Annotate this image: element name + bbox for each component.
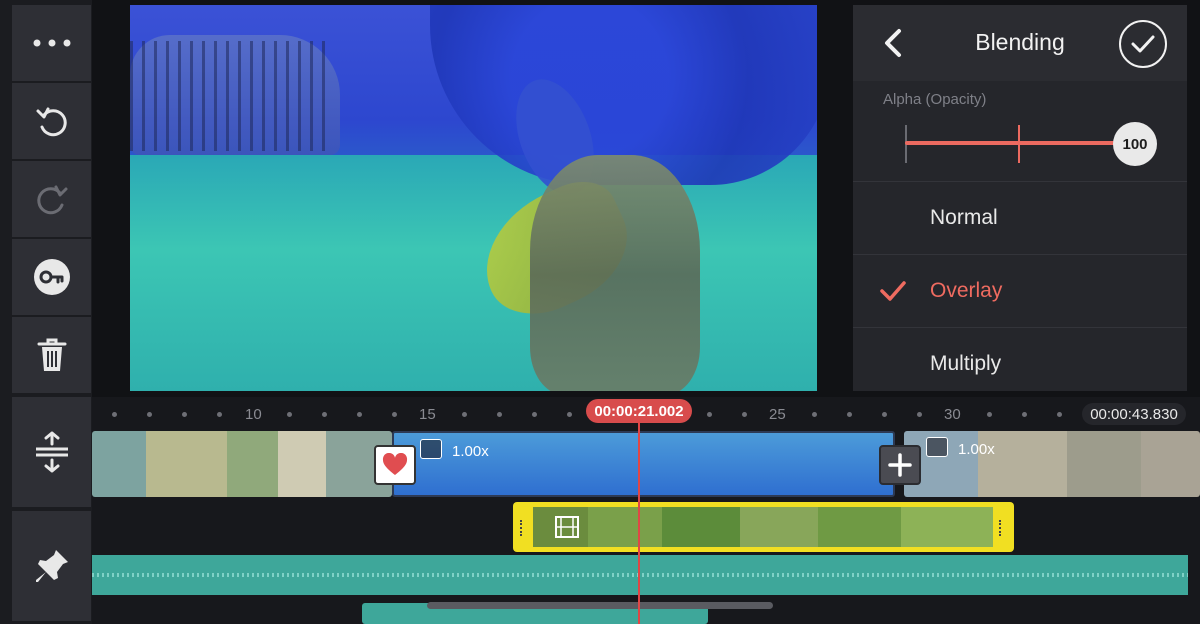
preview-grass (130, 155, 817, 391)
keyframe-button[interactable] (12, 239, 91, 315)
timeline-scrollbar[interactable] (427, 602, 773, 609)
panel-header: Blending (853, 5, 1187, 81)
blend-mode-overlay[interactable]: Overlay (853, 254, 1187, 327)
film-icon (555, 516, 579, 538)
key-icon (33, 259, 70, 295)
back-button[interactable] (879, 27, 909, 59)
ruler-dot (287, 412, 292, 417)
video-clip-elephants[interactable]: 1.00x (904, 431, 1200, 497)
expand-vertical-icon (35, 431, 68, 473)
heart-icon (382, 453, 408, 475)
ruler-dot (182, 412, 187, 417)
alpha-slider[interactable]: 100 (905, 117, 1157, 167)
undo-icon (36, 107, 67, 137)
blend-mode-label: Multiply (930, 352, 1002, 375)
ruler-dot (147, 412, 152, 417)
ruler-label: 15 (419, 406, 436, 423)
video-preview[interactable] (130, 5, 817, 391)
ruler-dot (497, 412, 502, 417)
ruler-dot (812, 412, 817, 417)
chevron-left-icon (885, 29, 901, 57)
more-button[interactable] (12, 5, 91, 81)
ruler-label: 25 (769, 406, 786, 423)
ruler-dot (1057, 412, 1062, 417)
pin-icon (35, 550, 68, 582)
ruler-dot (1022, 412, 1027, 417)
video-clip-turtle[interactable]: 1.00x (392, 431, 895, 497)
ruler-label: 10 (245, 406, 262, 423)
blend-mode-list: Normal Overlay Multiply (853, 181, 1187, 400)
playhead[interactable] (638, 421, 640, 624)
ruler-dot (322, 412, 327, 417)
ruler-dot (567, 412, 572, 417)
ruler-dot (217, 412, 222, 417)
ruler-dot (987, 412, 992, 417)
ruler-dot (847, 412, 852, 417)
checkmark-icon (1131, 35, 1155, 53)
ruler-dot (462, 412, 467, 417)
blend-mode-normal[interactable]: Normal (853, 181, 1187, 254)
preview-cat (530, 155, 700, 391)
alpha-value: 100 (1122, 135, 1148, 153)
blend-mode-label: Normal (930, 206, 998, 229)
plus-icon (888, 453, 912, 477)
ruler-dot (532, 412, 537, 417)
ruler-dot (112, 412, 117, 417)
panel-title: Blending (975, 29, 1065, 55)
film-icon (926, 437, 948, 457)
clip-speed: 1.00x (452, 443, 489, 460)
ruler-dot (707, 412, 712, 417)
audio-waveform (92, 573, 1188, 577)
expand-tracks-button[interactable] (12, 397, 91, 507)
check-icon (880, 281, 906, 301)
more-icon (33, 39, 70, 47)
video-clip-dogs[interactable] (92, 431, 392, 497)
total-time: 00:00:43.830 (1082, 403, 1186, 425)
preview-fence (130, 41, 330, 151)
ruler-dot (917, 412, 922, 417)
film-icon (420, 439, 442, 459)
redo-icon (36, 185, 67, 215)
redo-button[interactable] (12, 161, 91, 237)
undo-button[interactable] (12, 83, 91, 159)
slider-knob[interactable]: 100 (1113, 122, 1157, 166)
blend-mode-multiply[interactable]: Multiply (853, 327, 1187, 400)
trim-handle-right[interactable] (999, 520, 1003, 536)
trim-handle-left[interactable] (520, 520, 524, 536)
blending-panel: Blending Alpha (Opacity) 100 Normal Over… (853, 5, 1187, 391)
trash-icon (37, 338, 66, 371)
ruler-dot (357, 412, 362, 417)
audio-track[interactable] (92, 555, 1188, 595)
done-button[interactable] (1119, 20, 1167, 68)
alpha-label: Alpha (Opacity) (883, 91, 987, 108)
blend-mode-label: Overlay (930, 279, 1003, 302)
ruler-dot (882, 412, 887, 417)
add-transition-button[interactable] (879, 445, 921, 485)
slider-track (905, 141, 1125, 145)
delete-button[interactable] (12, 317, 91, 393)
timeline[interactable]: 10 15 25 30 00:00:21.002 00:00:43.830 1.… (92, 397, 1200, 624)
overlay-layer-clip[interactable] (513, 502, 1014, 552)
pin-button[interactable] (12, 511, 91, 621)
clip-speed: 1.00x (958, 441, 995, 458)
ruler-dot (742, 412, 747, 417)
slider-mid-tick (1018, 125, 1020, 163)
transition-button[interactable] (374, 445, 416, 485)
current-time: 00:00:21.002 (586, 399, 692, 423)
overlay-thumbnails (533, 507, 993, 547)
ruler-label: 30 (944, 406, 961, 423)
ruler-dot (392, 412, 397, 417)
